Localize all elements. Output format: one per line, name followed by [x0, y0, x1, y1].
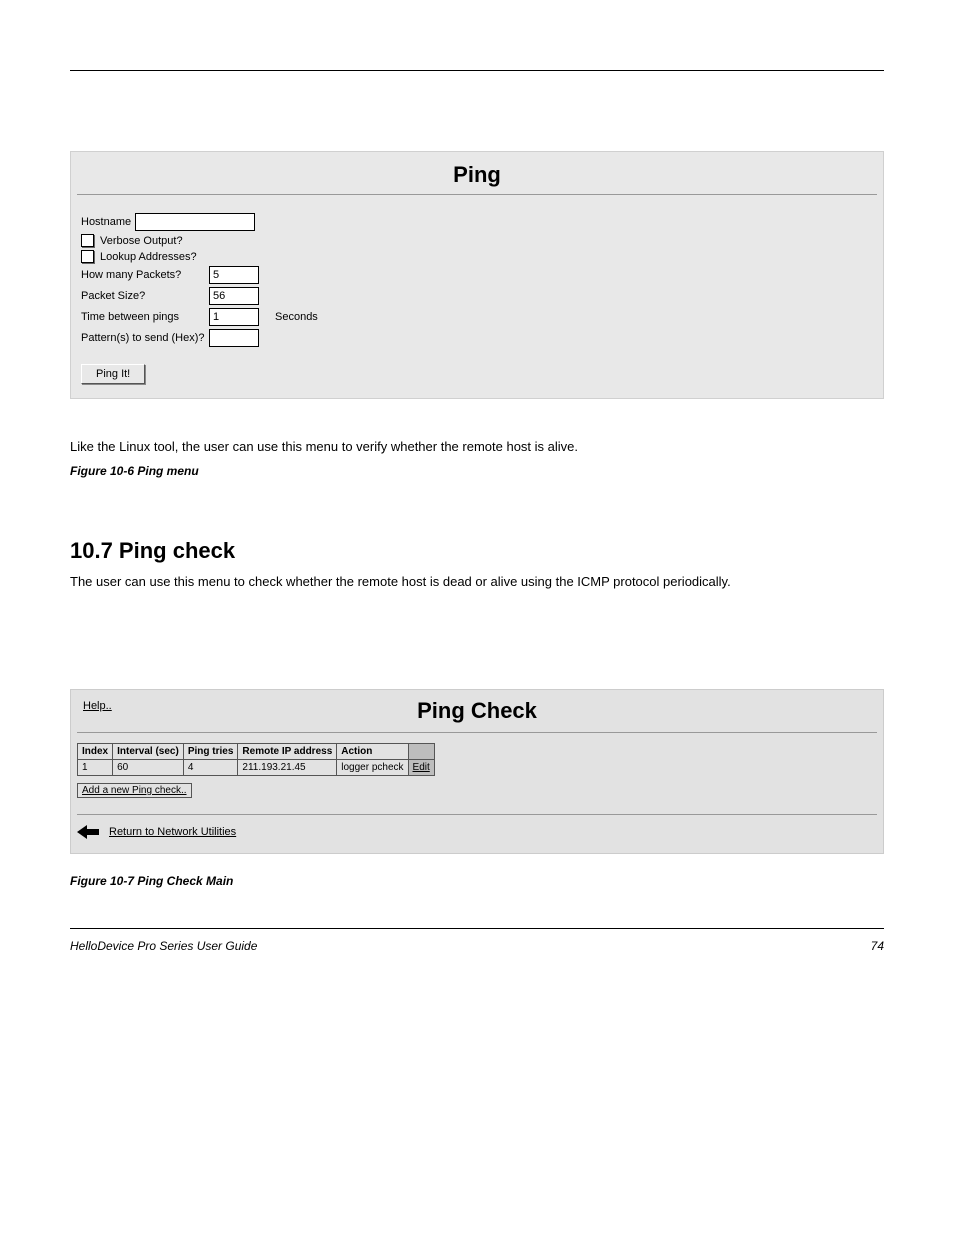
- ping-check-bottom-rule: [77, 814, 877, 815]
- col-ip: Remote IP address: [238, 744, 337, 760]
- return-row: Return to Network Utilities: [71, 825, 883, 853]
- arrow-left-icon: [77, 825, 99, 839]
- return-link[interactable]: Return to Network Utilities: [109, 826, 236, 838]
- size-input[interactable]: [209, 287, 259, 305]
- interval-input[interactable]: [209, 308, 259, 326]
- interval-label: Time between pings: [81, 311, 209, 323]
- interval-row: Time between pings Seconds: [81, 308, 873, 326]
- size-label: Packet Size?: [81, 290, 209, 302]
- ping-button[interactable]: Ping It!: [81, 364, 145, 384]
- ping-check-panel: Help.. Ping Check Index Interval (sec) P…: [70, 689, 884, 854]
- bottom-rule: [70, 928, 884, 929]
- lookup-label: Lookup Addresses?: [100, 251, 197, 263]
- top-rule: [70, 70, 884, 71]
- ping-check-title-rule: [77, 732, 877, 733]
- ping-figure-caption: Figure 10-6 Ping menu: [70, 464, 884, 478]
- pattern-input[interactable]: [209, 329, 259, 347]
- verbose-checkbox[interactable]: [81, 234, 94, 247]
- col-tries: Ping tries: [183, 744, 238, 760]
- packets-input[interactable]: [209, 266, 259, 284]
- hostname-row: Hostname: [81, 213, 873, 231]
- hostname-label: Hostname: [81, 216, 131, 228]
- ping-check-figure-caption: Figure 10-7 Ping Check Main: [70, 874, 884, 888]
- col-blank: [408, 744, 434, 760]
- lookup-checkbox[interactable]: [81, 250, 94, 263]
- cell-tries: 4: [183, 760, 238, 776]
- col-interval: Interval (sec): [113, 744, 184, 760]
- section-ping-check-heading: 10.7 Ping check: [70, 538, 884, 564]
- packets-label: How many Packets?: [81, 269, 209, 281]
- verbose-label: Verbose Output?: [100, 235, 183, 247]
- interval-suffix: Seconds: [275, 311, 318, 323]
- col-index: Index: [78, 744, 113, 760]
- ping-title: Ping: [71, 152, 883, 194]
- cell-interval: 60: [113, 760, 184, 776]
- ping-form: Hostname Verbose Output? Lookup Addresse…: [71, 213, 883, 398]
- table-header-row: Index Interval (sec) Ping tries Remote I…: [78, 744, 435, 760]
- ping-description: Like the Linux tool, the user can use th…: [70, 439, 884, 454]
- help-link[interactable]: Help..: [83, 700, 112, 712]
- page-footer: HelloDevice Pro Series User Guide 74: [70, 939, 884, 953]
- packets-row: How many Packets?: [81, 266, 873, 284]
- edit-link[interactable]: Edit: [413, 762, 430, 773]
- verbose-row: Verbose Output?: [81, 234, 873, 247]
- table-row: 1 60 4 211.193.21.45 logger pcheck Edit: [78, 760, 435, 776]
- ping-panel: Ping Hostname Verbose Output? Lookup Add…: [70, 151, 884, 399]
- section-ping-check-desc: The user can use this menu to check whet…: [70, 574, 884, 589]
- lookup-row: Lookup Addresses?: [81, 250, 873, 263]
- cell-edit: Edit: [408, 760, 434, 776]
- ping-check-table: Index Interval (sec) Ping tries Remote I…: [77, 743, 435, 776]
- cell-ip: 211.193.21.45: [238, 760, 337, 776]
- pattern-row: Pattern(s) to send (Hex)?: [81, 329, 873, 347]
- cell-action: logger pcheck: [337, 760, 408, 776]
- hostname-input[interactable]: [135, 213, 255, 231]
- col-action: Action: [337, 744, 408, 760]
- cell-index: 1: [78, 760, 113, 776]
- size-row: Packet Size?: [81, 287, 873, 305]
- footer-left: HelloDevice Pro Series User Guide: [70, 939, 257, 953]
- add-ping-check-link[interactable]: Add a new Ping check..: [77, 783, 192, 798]
- footer-right: 74: [871, 939, 884, 953]
- pattern-label: Pattern(s) to send (Hex)?: [81, 332, 205, 344]
- ping-check-title: Ping Check: [71, 694, 883, 732]
- ping-title-rule: [77, 194, 877, 195]
